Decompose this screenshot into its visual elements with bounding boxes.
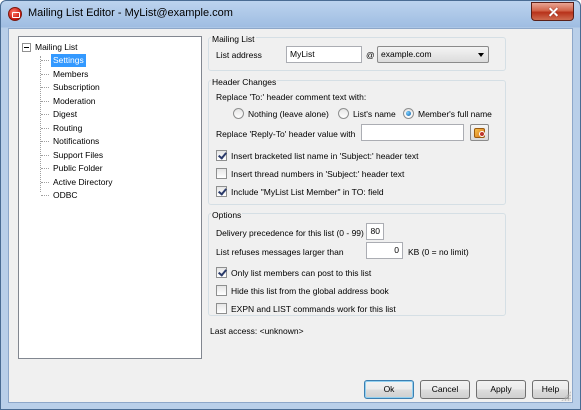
dialog-window: Mailing List Editor - MyList@example.com… (0, 0, 581, 410)
members-only-checkbox[interactable]: Only list members can post to this list (216, 266, 371, 279)
refuse-size-input[interactable]: 0 (366, 242, 403, 259)
mailing-list-group: Mailing List List address MyList @ examp… (208, 34, 506, 71)
dialog-client: Mailing List Settings Members Subscription… (8, 28, 573, 403)
tree-connector (41, 87, 49, 88)
collapse-icon[interactable] (22, 43, 31, 52)
list-address-input[interactable]: MyList (286, 46, 362, 63)
radio-nothing-indicator (233, 108, 244, 119)
bracketed-name-label: Insert bracketed list name in 'Subject:'… (231, 150, 419, 161)
group-title-mailing-list: Mailing List (211, 34, 256, 45)
tree-item-label: Subscription (53, 82, 100, 92)
group-title-options: Options (211, 210, 243, 221)
tree-item-label: Support Files (53, 149, 104, 160)
thread-numbers-checkbox[interactable]: Insert thread numbers in 'Subject:' head… (216, 167, 404, 180)
tree-item-label: Active Directory (53, 176, 113, 187)
domain-value: example.com (381, 49, 432, 59)
tree-item-label: Moderation (53, 95, 96, 106)
radio-list-name-label: List's name (353, 108, 396, 119)
cancel-button[interactable]: Cancel (420, 380, 470, 399)
refuse-size-unit: KB (0 = no limit) (408, 247, 469, 257)
hide-list-label: Hide this list from the global address b… (231, 285, 389, 296)
radio-list-name-indicator (338, 108, 349, 119)
tree-connector (41, 141, 49, 142)
replace-to-label: Replace 'To:' header comment text with: (216, 92, 367, 102)
tree-connector (41, 181, 49, 183)
last-access-text: Last access: <unknown> (210, 326, 304, 336)
group-title-header-changes: Header Changes (211, 77, 278, 88)
reply-to-label: Replace 'Reply-To' header value with (216, 129, 356, 139)
domain-select[interactable]: example.com (377, 46, 489, 63)
help-button[interactable]: Help (532, 380, 569, 399)
tree-item-label: Settings (51, 54, 86, 67)
bracketed-name-checkbox[interactable]: Insert bracketed list name in 'Subject:'… (216, 149, 419, 162)
navigation-tree[interactable]: Mailing List Settings Members Subscription… (18, 36, 202, 359)
radio-nothing[interactable]: Nothing (leave alone) (233, 107, 329, 120)
tree-connector (41, 168, 49, 169)
members-only-label: Only list members can post to this list (231, 267, 372, 278)
thread-numbers-label: Insert thread numbers in 'Subject:' head… (231, 168, 405, 179)
include-member-checkbox[interactable]: Include "MyList List Member" in TO: fiel… (216, 185, 384, 198)
tree-item-label: ODBC (53, 190, 78, 200)
refuse-size-label: List refuses messages larger than (216, 247, 344, 257)
tree-connector (41, 195, 49, 196)
radio-member-name-label: Member's full name (418, 108, 492, 119)
apply-button[interactable]: Apply (476, 380, 526, 399)
radio-member-name[interactable]: Member's full name (403, 107, 492, 120)
checkbox-indicator (216, 285, 227, 296)
window-title: Mailing List Editor - MyList@example.com (28, 7, 233, 19)
tree-connector (41, 127, 49, 129)
person-icon (479, 131, 485, 137)
tree-item-label: Members (53, 68, 89, 79)
precedence-label: Delivery precedence for this list (0 - 9… (216, 228, 364, 238)
radio-member-name-indicator (403, 108, 414, 119)
at-sign: @ (366, 50, 375, 60)
radio-list-name[interactable]: List's name (338, 107, 396, 120)
reply-to-input[interactable] (361, 124, 464, 141)
list-address-label: List address (216, 50, 262, 60)
tree-item-label: Public Folder (53, 163, 103, 173)
radio-nothing-label: Nothing (leave alone) (248, 108, 329, 119)
tree-connector (41, 114, 49, 115)
tree-root-label: Mailing List (35, 42, 78, 52)
checkbox-indicator (216, 168, 227, 179)
options-group: Options Delivery precedence for this lis… (208, 210, 506, 316)
checkbox-indicator (216, 267, 227, 278)
close-button[interactable] (531, 2, 574, 21)
tree-connector (41, 100, 49, 102)
chevron-down-icon (478, 53, 484, 57)
checkbox-indicator (216, 186, 227, 197)
title-bar: Mailing List Editor - MyList@example.com (1, 1, 580, 27)
hide-list-checkbox[interactable]: Hide this list from the global address b… (216, 284, 389, 297)
tree-item-label: Routing (53, 122, 83, 133)
ok-button[interactable]: Ok (364, 380, 414, 399)
precedence-input[interactable]: 80 (366, 223, 384, 240)
checkbox-indicator (216, 303, 227, 314)
expn-list-checkbox[interactable]: EXPN and LIST commands work for this lis… (216, 302, 396, 315)
tree-connector (40, 56, 41, 192)
include-member-label: Include "MyList List Member" in TO: fiel… (231, 186, 384, 197)
address-book-button[interactable] (470, 124, 489, 141)
mdaemon-app-icon (8, 7, 22, 21)
tree-item-label: Digest (53, 109, 78, 119)
tree-connector (41, 73, 49, 75)
header-changes-group: Header Changes Replace 'To:' header comm… (208, 77, 506, 205)
expn-list-label: EXPN and LIST commands work for this lis… (231, 303, 396, 314)
checkbox-indicator (216, 150, 227, 161)
tree-item-label: Notifications (53, 136, 100, 146)
tree-connector (41, 154, 49, 156)
tree-connector (41, 60, 49, 61)
